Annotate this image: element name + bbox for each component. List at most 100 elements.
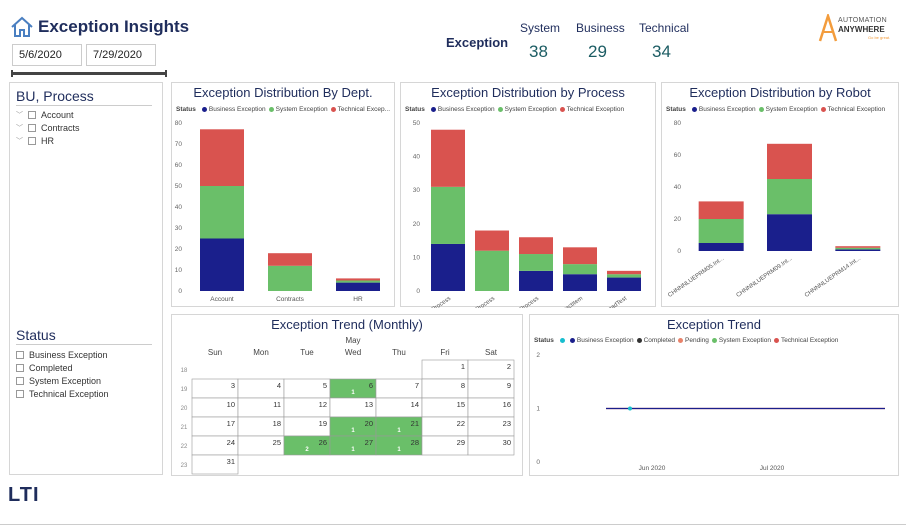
x-tick-label: ReportProcess xyxy=(416,296,452,308)
bar-segment[interactable] xyxy=(698,243,744,251)
bar-segment[interactable] xyxy=(767,179,812,215)
y-tick-label: 1 xyxy=(536,406,540,413)
kpi-technical-value: 34 xyxy=(652,42,671,61)
status-item[interactable]: Technical Exception xyxy=(16,387,109,400)
logo-a-mark xyxy=(818,14,838,42)
weekday-label: Sat xyxy=(485,348,498,357)
bar-segment[interactable] xyxy=(200,129,244,186)
chevron-down-icon[interactable]: ﹀ xyxy=(16,123,24,133)
bar-segment[interactable] xyxy=(698,201,744,219)
bar-segment[interactable] xyxy=(268,265,312,291)
bar-segment[interactable] xyxy=(519,237,553,255)
date-range-slider[interactable] xyxy=(11,70,167,77)
legend-entry[interactable]: Technical Exception xyxy=(781,337,838,344)
bu-item-hr[interactable]: ﹀ HR xyxy=(16,134,80,147)
week-number: 19 xyxy=(181,387,188,393)
bar-segment[interactable] xyxy=(336,282,380,291)
chevron-down-icon[interactable]: ﹀ xyxy=(16,136,24,146)
day-number: 13 xyxy=(365,400,373,409)
x-tick-label: Account xyxy=(210,296,234,303)
checkbox[interactable] xyxy=(28,123,36,132)
week-number: 20 xyxy=(181,406,188,412)
bar-segment[interactable] xyxy=(475,230,509,251)
bar-segment[interactable] xyxy=(431,129,465,187)
legend-entry[interactable]: Pending xyxy=(685,337,709,344)
bar-segment[interactable] xyxy=(200,186,244,239)
date-to-input[interactable]: 7/29/2020 xyxy=(86,44,156,66)
y-tick-label: 70 xyxy=(175,141,183,148)
bar-segment[interactable] xyxy=(563,274,597,291)
day-number: 20 xyxy=(365,419,373,428)
legend-dot xyxy=(559,337,565,343)
bar-segment[interactable] xyxy=(563,247,597,265)
bar-segment[interactable] xyxy=(835,246,881,248)
week-number: 18 xyxy=(181,368,188,374)
y-tick-label: 80 xyxy=(674,120,682,127)
slider-handle-end[interactable] xyxy=(165,70,167,77)
calendar-svg: MaySun Mon Tue Wed Thu Fri Sat18 1 219 3 4 5 617 8 920… xyxy=(181,336,515,475)
status-item[interactable]: Completed xyxy=(16,361,109,374)
status-item[interactable]: Business Exception xyxy=(16,348,109,361)
checkbox[interactable] xyxy=(16,350,24,359)
bar-segment[interactable] xyxy=(431,186,465,244)
bar-segment[interactable] xyxy=(268,253,312,266)
y-tick-label: 40 xyxy=(674,184,682,191)
status-list: Business Exception Completed System Exce… xyxy=(16,348,109,400)
bar-segment[interactable] xyxy=(336,280,380,283)
trend-svg: 0 1 2 Jun 2020 Jul 2020 xyxy=(536,352,885,472)
checkbox[interactable] xyxy=(16,363,24,372)
bar-segment[interactable] xyxy=(767,214,812,251)
bar-segment[interactable] xyxy=(767,143,812,179)
chart-robot-panel: Exception Distribution by Robot Status Bu… xyxy=(661,82,899,307)
bar-segment[interactable] xyxy=(475,250,509,291)
day-number: 11 xyxy=(273,400,281,409)
bu-item-account[interactable]: ﹀ Account xyxy=(16,108,80,121)
slider-handle-start[interactable] xyxy=(11,70,13,77)
day-number: 27 xyxy=(365,438,373,447)
bar-segment[interactable] xyxy=(336,278,380,281)
kpi-label: Exception xyxy=(446,35,509,50)
day-number: 6 xyxy=(369,381,373,390)
checkbox[interactable] xyxy=(16,389,24,398)
chevron-down-icon[interactable]: ﹀ xyxy=(16,110,24,120)
checkbox[interactable] xyxy=(16,376,24,385)
day-number: 1 xyxy=(461,362,465,371)
home-icon[interactable] xyxy=(10,16,34,38)
x-tick-label: ContractProcess xyxy=(456,296,496,308)
calendar-panel: Exception Trend (Monthly) May Sun Mon Tue We… xyxy=(171,314,523,476)
day-number: 5 xyxy=(323,381,327,390)
bar-segment[interactable] xyxy=(563,264,597,275)
bar-segment[interactable] xyxy=(519,270,553,291)
bar-segment[interactable] xyxy=(607,270,641,275)
bar-segment[interactable] xyxy=(200,238,244,292)
weekday-label: Fri xyxy=(440,348,450,357)
bar-segment[interactable] xyxy=(607,274,641,278)
data-point[interactable] xyxy=(628,406,632,411)
bu-item-contracts[interactable]: ﹀ Contracts xyxy=(16,121,80,134)
bar-segment[interactable] xyxy=(835,249,881,251)
kpi-business-label: Business xyxy=(576,21,625,35)
day-number: 14 xyxy=(411,400,419,409)
calendar-title: Exception Trend (Monthly) xyxy=(271,317,423,332)
bar-segment[interactable] xyxy=(431,243,465,291)
day-number: 17 xyxy=(227,419,235,428)
legend-entry[interactable]: System Exception xyxy=(719,337,771,344)
bar-segment[interactable] xyxy=(698,219,744,243)
checkbox[interactable] xyxy=(28,136,36,145)
day-number: 16 xyxy=(503,400,511,409)
status-item[interactable]: System Exception xyxy=(16,374,109,387)
bar-segment[interactable] xyxy=(519,254,553,271)
legend-dot xyxy=(569,337,575,343)
bar-segment[interactable] xyxy=(835,247,881,250)
legend-entry[interactable]: Completed xyxy=(644,337,675,344)
bu-item-label: HR xyxy=(41,135,54,146)
logo-line1: AUTOMATION xyxy=(838,17,888,24)
checkbox[interactable] xyxy=(28,110,36,119)
legend-dot xyxy=(773,337,779,343)
weekday-label: Wed xyxy=(345,348,361,357)
bu-item-label: Account xyxy=(41,109,74,120)
legend-entry[interactable]: Business Exception xyxy=(577,337,634,344)
day-number: 2 xyxy=(507,362,511,371)
date-from-input[interactable]: 5/6/2020 xyxy=(12,44,82,66)
bar-segment[interactable] xyxy=(607,277,641,291)
